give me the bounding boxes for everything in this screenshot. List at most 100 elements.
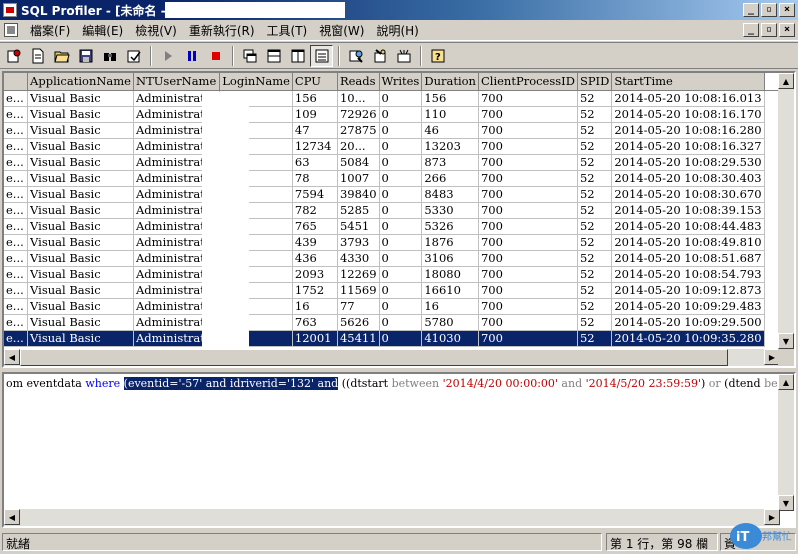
table-row[interactable]: e...Visual BasicAdministratorA7825285053… (4, 202, 794, 219)
properties-icon[interactable] (122, 45, 145, 67)
menu-tools[interactable]: 工具(T) (261, 22, 314, 39)
table-row[interactable]: e...Visual BasicAdministratorA7594398400… (4, 186, 794, 203)
filter-icon[interactable] (392, 45, 415, 67)
window-icon[interactable] (238, 45, 261, 67)
column-header[interactable]: CPU (292, 73, 338, 91)
table-cell: 2014-05-20 10:08:54.793 (611, 266, 765, 283)
column-header[interactable]: Writes (379, 73, 423, 91)
table-cell: Visual Basic (27, 138, 134, 155)
split-horizontal-icon[interactable] (262, 45, 285, 67)
text-vertical-scrollbar[interactable]: ▲ ▼ (778, 374, 794, 511)
table-cell: e... (4, 154, 29, 171)
table-cell: 2014-05-20 10:08:16.327 (611, 138, 765, 155)
column-header[interactable]: ClientProcessID (478, 73, 578, 91)
grid-vertical-scrollbar[interactable]: ▲ ▼ (778, 73, 794, 349)
scroll-left-arrow-icon[interactable]: ◀ (4, 509, 20, 525)
text-horizontal-scrollbar[interactable]: ◀ ▶ (4, 509, 780, 526)
column-header[interactable]: SPID (577, 73, 613, 91)
new-document-icon[interactable] (26, 45, 49, 67)
column-header[interactable]: Duration (421, 73, 479, 91)
run-icon[interactable] (156, 45, 179, 67)
clear-icon[interactable] (368, 45, 391, 67)
table-cell: 266 (421, 170, 479, 187)
scroll-up-arrow-icon[interactable]: ▲ (778, 73, 794, 89)
sql-profiler-app-icon[interactable] (3, 3, 17, 17)
child-minimize-button[interactable]: _ (743, 23, 759, 37)
restore-button[interactable]: ▫ (761, 3, 777, 17)
scroll-icon[interactable] (344, 45, 367, 67)
stop-icon[interactable] (204, 45, 227, 67)
table-row[interactable]: e...Visual BasicAdministratorA2093122690… (4, 266, 794, 283)
open-icon[interactable] (50, 45, 73, 67)
table-cell: 2014-05-20 10:08:16.170 (611, 106, 765, 123)
table-row[interactable]: e...Visual BasicAdministratorA4393793018… (4, 234, 794, 251)
scroll-thumb[interactable] (20, 349, 728, 366)
scroll-track[interactable] (728, 349, 764, 366)
table-cell: 47 (292, 122, 338, 139)
column-header[interactable]: StartTime (611, 73, 765, 91)
table-row[interactable]: e...Visual BasicAdministratorA7635626057… (4, 314, 794, 331)
scroll-down-arrow-icon[interactable]: ▼ (778, 333, 794, 349)
table-cell: 700 (478, 106, 578, 123)
table-cell: 78 (292, 170, 338, 187)
table-cell: 2014-05-20 10:09:35.280 (611, 330, 765, 347)
pause-icon[interactable] (180, 45, 203, 67)
table-row[interactable]: e...Visual BasicAdministratorA1677016700… (4, 298, 794, 315)
close-button[interactable]: × (779, 3, 795, 17)
table-row[interactable]: e...Visual BasicAdministratorA7810070266… (4, 170, 794, 187)
menu-edit[interactable]: 編輯(E) (76, 22, 129, 39)
query-token: om eventdata (6, 377, 86, 390)
menu-file[interactable]: 檔案(F) (24, 22, 76, 39)
minimize-button[interactable]: _ (743, 3, 759, 17)
grid-horizontal-scrollbar[interactable]: ◀ ▶ (4, 349, 780, 366)
table-row[interactable]: e...Visual BasicAdministratorA1273420...… (4, 138, 794, 155)
split-vertical-icon[interactable] (286, 45, 309, 67)
table-cell: 52 (577, 90, 613, 107)
table-cell: 700 (478, 202, 578, 219)
table-cell: 52 (577, 234, 613, 251)
grid-icon[interactable] (310, 44, 333, 67)
redacted-title-region (165, 2, 345, 18)
scroll-track[interactable] (778, 89, 794, 333)
column-header[interactable]: ApplicationName (27, 73, 134, 91)
scroll-down-arrow-icon[interactable]: ▼ (778, 495, 794, 511)
table-row[interactable]: e...Visual BasicAdministratorA1200145411… (4, 330, 794, 347)
menu-help[interactable]: 說明(H) (370, 22, 424, 39)
table-cell: 0 (379, 282, 423, 299)
scroll-track[interactable] (20, 509, 764, 526)
table-cell: 2014-05-20 10:08:44.483 (611, 218, 765, 235)
table-cell: 11569 (337, 282, 380, 299)
save-icon[interactable] (74, 45, 97, 67)
column-header[interactable]: NTUserName (133, 73, 221, 91)
table-cell: 782 (292, 202, 338, 219)
scroll-left-arrow-icon[interactable]: ◀ (4, 349, 20, 365)
child-close-button[interactable]: × (779, 23, 795, 37)
child-restore-button[interactable]: ▫ (761, 23, 777, 37)
help-icon[interactable]: ? (426, 45, 449, 67)
table-row[interactable]: e...Visual BasicAdministratorA1097292601… (4, 106, 794, 123)
column-header[interactable]: Reads (337, 73, 380, 91)
table-cell: 16610 (421, 282, 479, 299)
trace-grid[interactable]: ApplicationName NTUserName LoginName CPU… (2, 71, 796, 368)
column-header[interactable]: LoginName (219, 73, 293, 91)
find-icon[interactable] (98, 45, 121, 67)
new-trace-icon[interactable] (2, 45, 25, 67)
query-text[interactable]: om eventdata where (eventid='-57' and id… (6, 377, 794, 390)
menu-replay[interactable]: 重新執行(R) (183, 22, 261, 39)
document-window-icon[interactable] (4, 23, 18, 37)
menu-view[interactable]: 檢視(V) (129, 22, 183, 39)
query-text-pane[interactable]: om eventdata where (eventid='-57' and id… (2, 372, 796, 528)
table-row[interactable]: e...Visual BasicAdministratorA15610...01… (4, 90, 794, 107)
scroll-track[interactable] (778, 390, 794, 495)
table-row[interactable]: e...Visual BasicAdministratorA4727875046… (4, 122, 794, 139)
column-header[interactable] (4, 73, 29, 91)
table-row[interactable]: e...Visual BasicAdministratorA6350840873… (4, 154, 794, 171)
table-row[interactable]: e...Visual BasicAdministratorA1752115690… (4, 282, 794, 299)
table-cell: 439 (292, 234, 338, 251)
table-row[interactable]: e...Visual BasicAdministratorA4364330031… (4, 250, 794, 267)
query-token: '2014/4/20 00:00:00' (442, 377, 558, 390)
table-cell: e... (4, 234, 29, 251)
scroll-up-arrow-icon[interactable]: ▲ (778, 374, 794, 390)
table-row[interactable]: e...Visual BasicAdministratorA7655451053… (4, 218, 794, 235)
menu-window[interactable]: 視窗(W) (313, 22, 370, 39)
